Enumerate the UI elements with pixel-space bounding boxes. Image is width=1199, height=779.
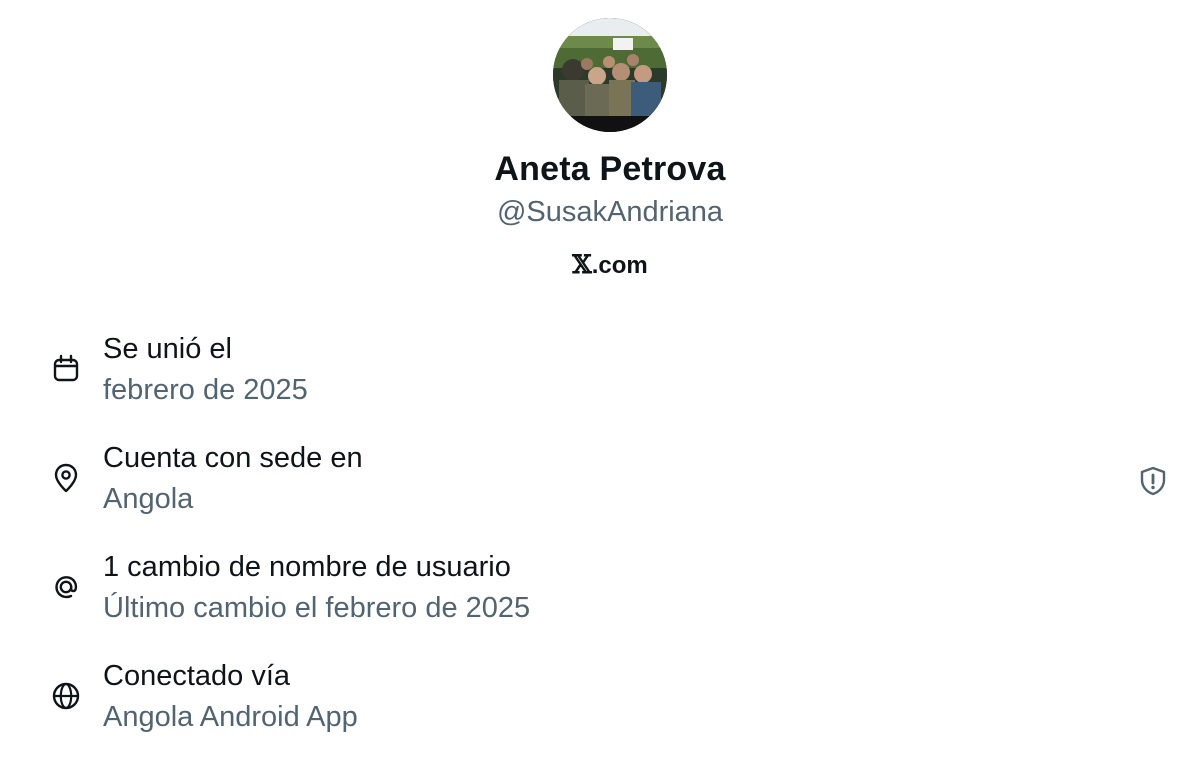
connected-via-title: Conectado vía bbox=[103, 660, 291, 692]
username-changes-title: 1 cambio de nombre de usuario bbox=[103, 551, 511, 583]
about-row-connected-via: Conectado vía Angola Android App bbox=[0, 660, 1199, 750]
about-row-joined: Se unió el febrero de 2025 bbox=[0, 333, 1199, 423]
x-logo-glyph: 𝕏 bbox=[572, 250, 592, 279]
handle: @SusakAndriana bbox=[496, 196, 724, 228]
location-value: Angola bbox=[103, 483, 194, 515]
calendar-icon bbox=[53, 354, 79, 382]
about-row-location: Cuenta con sede en Angola bbox=[0, 442, 1199, 532]
avatar-photo bbox=[553, 18, 667, 132]
joined-title: Se unió el bbox=[103, 333, 232, 365]
shield-alert-icon[interactable] bbox=[1137, 465, 1169, 497]
connected-via-value: Angola Android App bbox=[103, 701, 358, 733]
joined-value: febrero de 2025 bbox=[103, 374, 308, 406]
avatar[interactable] bbox=[553, 18, 667, 132]
domain-suffix: .com bbox=[591, 252, 648, 279]
display-name: Aneta Petrova bbox=[494, 150, 726, 188]
about-row-username-changes: 1 cambio de nombre de usuario Último cam… bbox=[0, 551, 1199, 641]
globe-icon bbox=[52, 682, 80, 710]
location-pin-icon bbox=[54, 463, 78, 493]
location-title: Cuenta con sede en bbox=[103, 442, 363, 474]
domain-label: 𝕏.com bbox=[0, 250, 1199, 280]
at-sign-icon bbox=[55, 576, 78, 599]
username-changes-value: Último cambio el febrero de 2025 bbox=[103, 592, 531, 624]
